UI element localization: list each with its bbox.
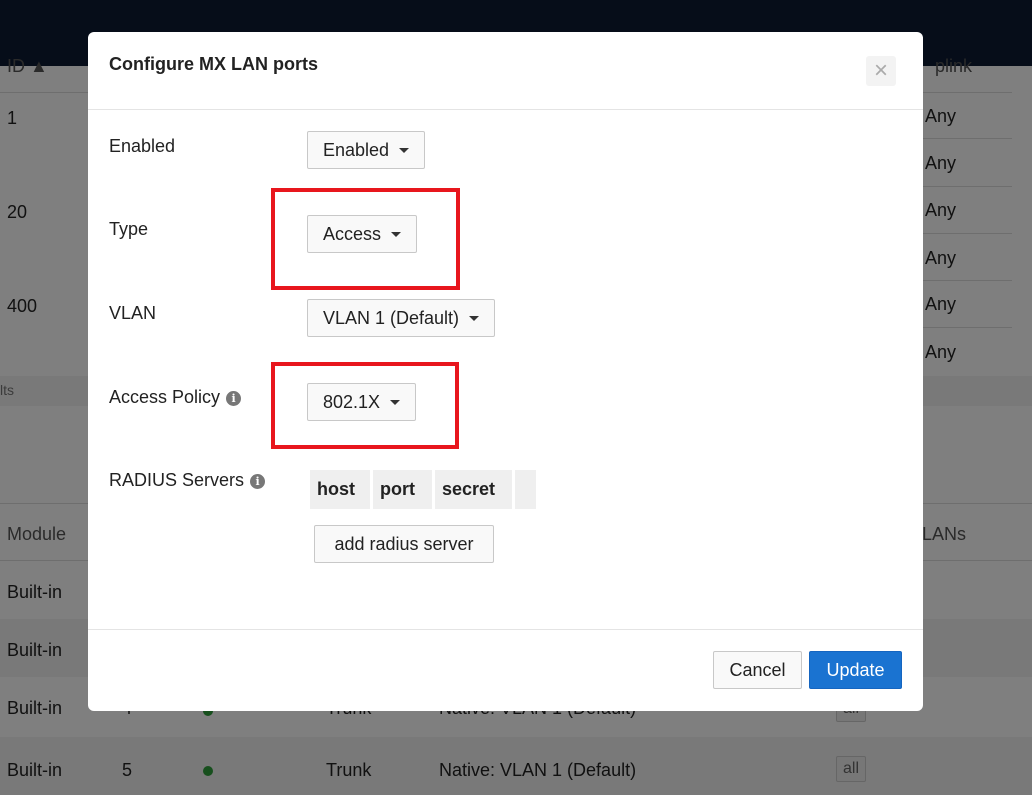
dialog-header-divider xyxy=(88,109,923,110)
radius-column-secret: secret xyxy=(435,470,512,509)
close-icon[interactable]: × xyxy=(866,56,896,86)
dialog-title: Configure MX LAN ports xyxy=(109,54,318,74)
access-policy-label-text: Access Policy xyxy=(109,387,221,407)
vlan-dropdown[interactable]: VLAN 1 (Default) xyxy=(307,299,496,337)
highlight-box xyxy=(271,188,460,290)
type-label: Type xyxy=(109,219,149,239)
radius-column-port: port xyxy=(373,470,432,509)
update-button[interactable]: Update xyxy=(809,651,902,689)
caret-down-icon xyxy=(469,315,480,321)
enabled-label: Enabled xyxy=(109,136,176,156)
enabled-dropdown[interactable]: Enabled xyxy=(307,131,426,169)
cancel-button[interactable]: Cancel xyxy=(713,651,802,689)
info-icon[interactable]: i xyxy=(226,391,242,406)
vlan-label: VLAN xyxy=(109,303,157,323)
radius-servers-label: RADIUS Servers i xyxy=(109,470,266,491)
dialog-footer-divider xyxy=(88,629,923,630)
add-radius-server-button[interactable]: add radius server xyxy=(314,525,494,563)
configure-ports-dialog: Configure MX LAN ports × Enabled Enabled… xyxy=(88,32,923,711)
radius-column-host: host xyxy=(310,470,370,509)
enabled-dropdown-value: Enabled xyxy=(323,139,390,160)
info-icon[interactable]: i xyxy=(250,474,266,489)
access-policy-label: Access Policy i xyxy=(109,387,242,408)
radius-servers-label-text: RADIUS Servers xyxy=(109,470,245,490)
caret-down-icon xyxy=(399,147,410,153)
radius-column-actions xyxy=(515,470,536,509)
highlight-box xyxy=(271,362,459,449)
vlan-dropdown-value: VLAN 1 (Default) xyxy=(323,307,460,328)
